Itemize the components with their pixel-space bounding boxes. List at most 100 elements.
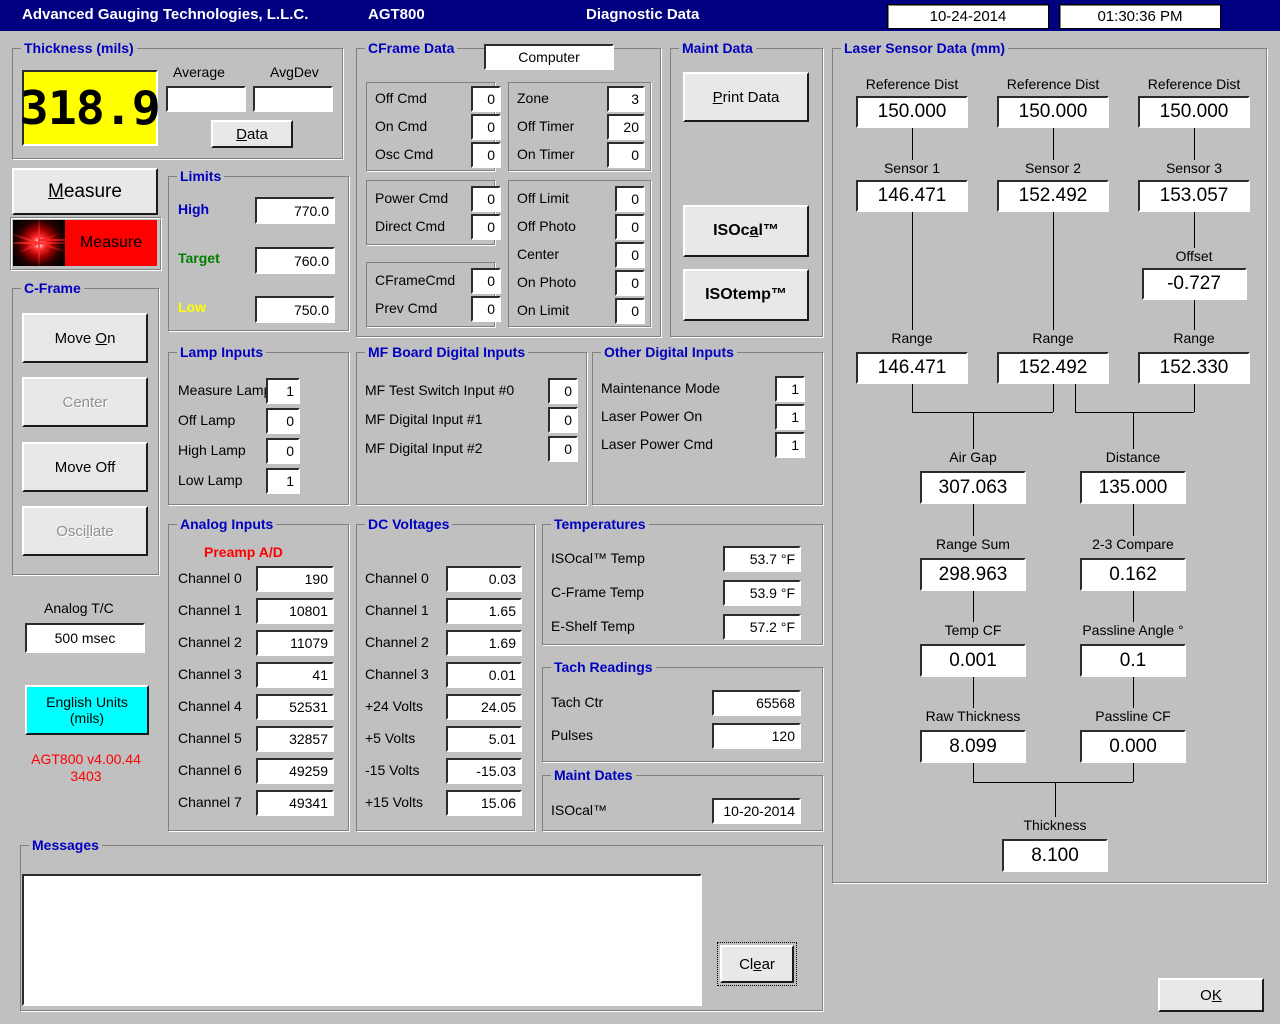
- cframe-cmd-label: Osc Cmd: [375, 146, 433, 162]
- dc-voltage-label: +15 Volts: [365, 794, 423, 810]
- lamp-inputs-group-title: Lamp Inputs: [177, 344, 266, 360]
- cframe-limit-field[interactable]: 0: [615, 298, 645, 324]
- move-on-button[interactable]: Move On: [22, 313, 148, 363]
- cframe-limit-field[interactable]: 0: [615, 270, 645, 296]
- limits-group-title: Limits: [177, 168, 224, 184]
- cframe-limit-field[interactable]: 0: [615, 214, 645, 240]
- cframe-zone-field[interactable]: 0: [607, 142, 645, 168]
- laser-node-value[interactable]: 153.057: [1138, 180, 1250, 212]
- limit-target-field[interactable]: 760.0: [255, 247, 335, 274]
- measure-button[interactable]: Measure: [12, 168, 158, 215]
- other-input-field[interactable]: 1: [775, 432, 805, 458]
- dc-voltage-field[interactable]: 15.06: [446, 790, 522, 816]
- measure-status-indicator: Measure: [65, 220, 157, 266]
- analog-input-field[interactable]: 32857: [256, 726, 334, 752]
- lamp-input-field[interactable]: 0: [266, 408, 300, 434]
- laser-node-value[interactable]: 150.000: [1138, 96, 1250, 128]
- dc-voltage-field[interactable]: 0.01: [446, 662, 522, 688]
- laser-node-value[interactable]: 146.471: [856, 180, 968, 212]
- cframe-prev-field[interactable]: 0: [471, 296, 501, 322]
- cframe-mode-field[interactable]: Computer: [484, 44, 614, 70]
- move-off-button[interactable]: Move Off: [22, 442, 148, 492]
- analog-input-field[interactable]: 49341: [256, 790, 334, 816]
- analog-input-field[interactable]: 190: [256, 566, 334, 592]
- cframe-cmd-field[interactable]: 0: [471, 86, 501, 112]
- average-field[interactable]: [166, 86, 246, 112]
- lamp-input-field[interactable]: 0: [266, 438, 300, 464]
- units-line2: (mils): [70, 710, 104, 726]
- cframe-limit-label: Center: [517, 246, 559, 262]
- laser-node-value[interactable]: -0.727: [1142, 268, 1247, 300]
- analog-input-label: Channel 7: [178, 794, 242, 810]
- laser-node-value[interactable]: 152.492: [997, 352, 1109, 384]
- cframe-limit-label: On Limit: [517, 302, 569, 318]
- dc-voltage-field[interactable]: 1.69: [446, 630, 522, 656]
- laser-node-value[interactable]: 152.492: [997, 180, 1109, 212]
- mf-input-field[interactable]: 0: [548, 378, 578, 404]
- cframe-limit-label: Off Limit: [517, 190, 569, 206]
- analog-tc-field[interactable]: 500 msec: [25, 623, 145, 653]
- laser-node-value[interactable]: 0.162: [1080, 558, 1186, 591]
- tach-reading-field[interactable]: 65568: [712, 690, 801, 716]
- laser-node-value[interactable]: 0.1: [1080, 644, 1186, 677]
- cframe-power-field[interactable]: 0: [471, 214, 501, 240]
- temperature-field[interactable]: 53.7 °F: [723, 546, 801, 572]
- messages-textbox[interactable]: [22, 874, 702, 1006]
- isotemp-button-label: ISOtemp™: [705, 286, 787, 304]
- other-input-field[interactable]: 1: [775, 376, 805, 402]
- cframe-zone-field[interactable]: 20: [607, 114, 645, 140]
- cframe-cmd-field[interactable]: 0: [471, 114, 501, 140]
- laser-node-value[interactable]: 8.099: [920, 730, 1026, 763]
- isotemp-button[interactable]: ISOtemp™: [683, 269, 809, 321]
- cframe-limit-field[interactable]: 0: [615, 186, 645, 212]
- analog-input-field[interactable]: 41: [256, 662, 334, 688]
- laser-node-value[interactable]: 135.000: [1080, 471, 1186, 504]
- dc-voltage-field[interactable]: 0.03: [446, 566, 522, 592]
- laser-node-value[interactable]: 0.001: [920, 644, 1026, 677]
- dc-voltage-field[interactable]: 1.65: [446, 598, 522, 624]
- ok-button[interactable]: OK: [1158, 978, 1264, 1012]
- mf-input-field[interactable]: 0: [548, 436, 578, 462]
- laser-node-value[interactable]: 150.000: [856, 96, 968, 128]
- lamp-input-field[interactable]: 1: [266, 468, 300, 494]
- laser-node-value[interactable]: 8.100: [1002, 839, 1108, 872]
- tach-group-title: Tach Readings: [551, 659, 656, 675]
- dc-voltage-field[interactable]: 5.01: [446, 726, 522, 752]
- avgdev-field[interactable]: [253, 86, 333, 112]
- cframe-cmd-field[interactable]: 0: [471, 142, 501, 168]
- cframe-zone-field[interactable]: 3: [607, 86, 645, 112]
- clear-button[interactable]: Clear: [720, 945, 794, 983]
- dc-voltage-field[interactable]: -15.03: [446, 758, 522, 784]
- cframe-limit-field[interactable]: 0: [615, 242, 645, 268]
- tach-reading-field[interactable]: 120: [712, 723, 801, 749]
- data-button[interactable]: Data: [211, 120, 293, 148]
- laser-node-value[interactable]: 0.000: [1080, 730, 1186, 763]
- analog-input-field[interactable]: 11079: [256, 630, 334, 656]
- laser-node-value[interactable]: 150.000: [997, 96, 1109, 128]
- temperature-field[interactable]: 53.9 °F: [723, 580, 801, 606]
- laser-node-value[interactable]: 152.330: [1138, 352, 1250, 384]
- mf-input-field[interactable]: 0: [548, 407, 578, 433]
- center-button[interactable]: Center: [22, 377, 148, 427]
- cframe-prev-field[interactable]: 0: [471, 268, 501, 294]
- maint-date-field[interactable]: 10-20-2014: [712, 798, 801, 824]
- lamp-input-field[interactable]: 1: [266, 378, 300, 404]
- other-input-label: Maintenance Mode: [601, 380, 720, 396]
- oscillate-button[interactable]: Oscillate: [22, 506, 148, 556]
- analog-input-field[interactable]: 10801: [256, 598, 334, 624]
- units-toggle-button[interactable]: English Units (mils): [25, 685, 149, 735]
- laser-node-value[interactable]: 146.471: [856, 352, 968, 384]
- cframe-power-field[interactable]: 0: [471, 186, 501, 212]
- isocal-button[interactable]: ISOcal™: [683, 205, 809, 257]
- print-data-button[interactable]: Print Data: [683, 72, 809, 122]
- limit-low-field[interactable]: 750.0: [255, 296, 335, 323]
- temperature-field[interactable]: 57.2 °F: [723, 614, 801, 640]
- laser-node-label: Passline Angle °: [1043, 622, 1223, 638]
- dc-voltage-field[interactable]: 24.05: [446, 694, 522, 720]
- laser-node-value[interactable]: 307.063: [920, 471, 1026, 504]
- laser-node-value[interactable]: 298.963: [920, 558, 1026, 591]
- analog-input-field[interactable]: 52531: [256, 694, 334, 720]
- analog-input-field[interactable]: 49259: [256, 758, 334, 784]
- limit-high-field[interactable]: 770.0: [255, 197, 335, 224]
- other-input-field[interactable]: 1: [775, 404, 805, 430]
